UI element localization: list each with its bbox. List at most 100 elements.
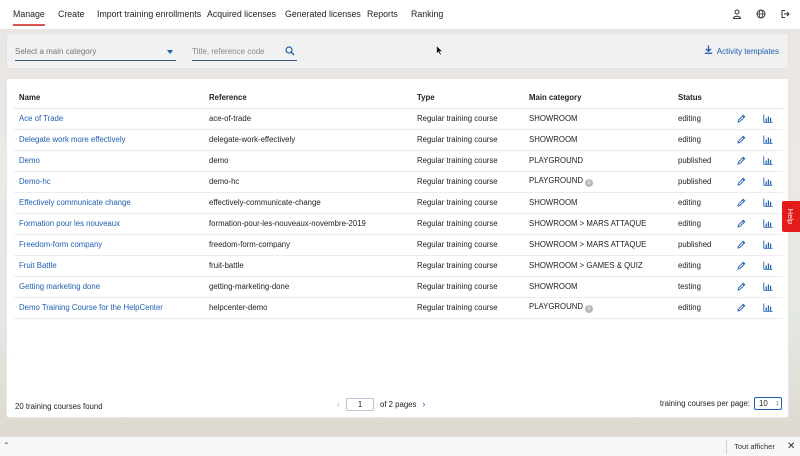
search-icon[interactable] <box>285 46 295 62</box>
edit-pencil-icon[interactable] <box>734 301 748 315</box>
edit-cell <box>729 171 756 193</box>
help-tab[interactable]: Help <box>782 201 800 232</box>
tab-reports[interactable]: Reports <box>367 0 398 29</box>
course-status: published <box>673 150 729 172</box>
page-number-input[interactable]: 1 <box>346 397 374 411</box>
edit-cell <box>729 213 756 235</box>
tab-ranking[interactable]: Ranking <box>411 0 443 29</box>
column-header-main-category[interactable]: Main category <box>524 87 673 109</box>
column-header-name[interactable]: Name <box>14 87 204 109</box>
course-name-link[interactable]: Formation pour les nouveaux <box>14 213 204 235</box>
results-count: 20 training courses found <box>15 402 103 411</box>
user-icon[interactable] <box>730 7 744 21</box>
course-category-cell: SHOWROOM > MARS ATTAQUE <box>524 234 673 256</box>
column-header-type[interactable]: Type <box>412 87 524 109</box>
caret-down-icon <box>167 50 173 54</box>
tab-acquired-licenses[interactable]: Acquired licenses <box>207 0 276 29</box>
course-category: SHOWROOM > MARS ATTAQUE <box>529 219 647 228</box>
course-category-cell: SHOWROOM <box>524 276 673 298</box>
course-category-cell: PLAYGROUND i <box>524 297 673 319</box>
table-row: Effectively communicate change effectivel… <box>14 192 783 214</box>
edit-pencil-icon[interactable] <box>734 280 748 294</box>
tab-import-training-enrollments[interactable]: Import training enrollments <box>97 0 201 29</box>
per-page-select[interactable]: 10 <box>754 397 782 410</box>
stats-chart-icon[interactable] <box>761 154 775 168</box>
course-reference: fruit-battle <box>204 255 412 277</box>
course-name-link[interactable]: Demo <box>14 150 204 172</box>
next-page-icon[interactable]: › <box>422 399 425 409</box>
tab-generated-licenses[interactable]: Generated licenses <box>285 0 361 29</box>
course-name-link[interactable]: Effectively communicate change <box>14 192 204 214</box>
table-row: Delegate work more effectively delegate-w… <box>14 129 783 151</box>
globe-icon[interactable] <box>754 7 768 21</box>
edit-cell <box>729 234 756 256</box>
search-input[interactable]: Title, reference code <box>192 44 297 61</box>
stats-chart-icon[interactable] <box>761 238 775 252</box>
edit-pencil-icon[interactable] <box>734 133 748 147</box>
course-name-link[interactable]: Demo-hc <box>14 171 204 193</box>
main-category-placeholder: Select a main category <box>15 47 97 56</box>
column-header-reference[interactable]: Reference <box>204 87 412 109</box>
course-category: SHOWROOM > MARS ATTAQUE <box>529 240 647 249</box>
stats-chart-icon[interactable] <box>761 301 775 315</box>
course-reference: demo-hc <box>204 171 412 193</box>
logout-icon[interactable] <box>778 7 792 21</box>
course-name-link[interactable]: Freedom-form company <box>14 234 204 256</box>
stats-cell <box>756 129 783 151</box>
main-category-select[interactable]: Select a main category <box>15 44 176 61</box>
course-category-cell: PLAYGROUND <box>524 150 673 172</box>
table-row: Formation pour les nouveaux formation-pou… <box>14 213 783 235</box>
course-name-link[interactable]: Delegate work more effectively <box>14 129 204 151</box>
edit-cell <box>729 150 756 172</box>
info-icon[interactable]: i <box>585 179 594 187</box>
edit-pencil-icon[interactable] <box>734 217 748 231</box>
stats-chart-icon[interactable] <box>761 175 775 189</box>
edit-cell <box>729 276 756 298</box>
top-navigation: Manage Create Import training enrollment… <box>0 0 800 30</box>
stats-chart-icon[interactable] <box>761 112 775 126</box>
course-status: editing <box>673 108 729 130</box>
info-icon[interactable]: i <box>585 305 594 313</box>
course-status: testing <box>673 276 729 298</box>
course-status: editing <box>673 297 729 319</box>
edit-pencil-icon[interactable] <box>734 154 748 168</box>
activity-templates-label: Activity templates <box>716 47 779 56</box>
course-reference: helpcenter-demo <box>204 297 412 319</box>
edit-pencil-icon[interactable] <box>734 175 748 189</box>
courses-card: Name Reference Type Main category Status… <box>6 78 789 418</box>
prev-page-icon[interactable]: ‹ <box>337 399 340 409</box>
course-name-link[interactable]: Demo Training Course for the HelpCenter <box>14 297 204 319</box>
course-type: Regular training course <box>412 234 524 256</box>
course-name-link[interactable]: Ace of Trade <box>14 108 204 130</box>
show-all-button[interactable]: Tout afficher <box>726 440 782 454</box>
stats-cell <box>756 234 783 256</box>
stats-chart-icon[interactable] <box>761 133 775 147</box>
course-type: Regular training course <box>412 192 524 214</box>
stats-chart-icon[interactable] <box>761 280 775 294</box>
tab-manage[interactable]: Manage <box>13 0 45 29</box>
download-icon <box>704 45 713 59</box>
edit-cell <box>729 129 756 151</box>
course-category-cell: SHOWROOM > MARS ATTAQUE <box>524 213 673 235</box>
close-icon[interactable]: ✕ <box>787 440 795 454</box>
edit-pencil-icon[interactable] <box>734 238 748 252</box>
edit-pencil-icon[interactable] <box>734 259 748 273</box>
course-reference: ace-of-trade <box>204 108 412 130</box>
tab-create[interactable]: Create <box>58 0 84 29</box>
edit-pencil-icon[interactable] <box>734 112 748 126</box>
table-row: Demo demo Regular training course PLAYGROUN… <box>14 150 783 172</box>
course-name-link[interactable]: Fruit Battle <box>14 255 204 277</box>
edit-cell <box>729 108 756 130</box>
chevron-up-icon[interactable]: ⌃ <box>3 441 10 450</box>
stats-chart-icon[interactable] <box>761 259 775 273</box>
stats-cell <box>756 171 783 193</box>
course-name-link[interactable]: Getting marketing done <box>14 276 204 298</box>
course-type: Regular training course <box>412 171 524 193</box>
stats-chart-icon[interactable] <box>761 196 775 210</box>
edit-pencil-icon[interactable] <box>734 196 748 210</box>
per-page-control: training courses per page: 10 <box>660 397 782 410</box>
activity-templates-button[interactable]: Activity templates <box>704 45 779 59</box>
column-header-status[interactable]: Status <box>673 87 729 109</box>
stats-chart-icon[interactable] <box>761 217 775 231</box>
pagination: ‹ 1 of 2 pages › <box>337 397 425 411</box>
